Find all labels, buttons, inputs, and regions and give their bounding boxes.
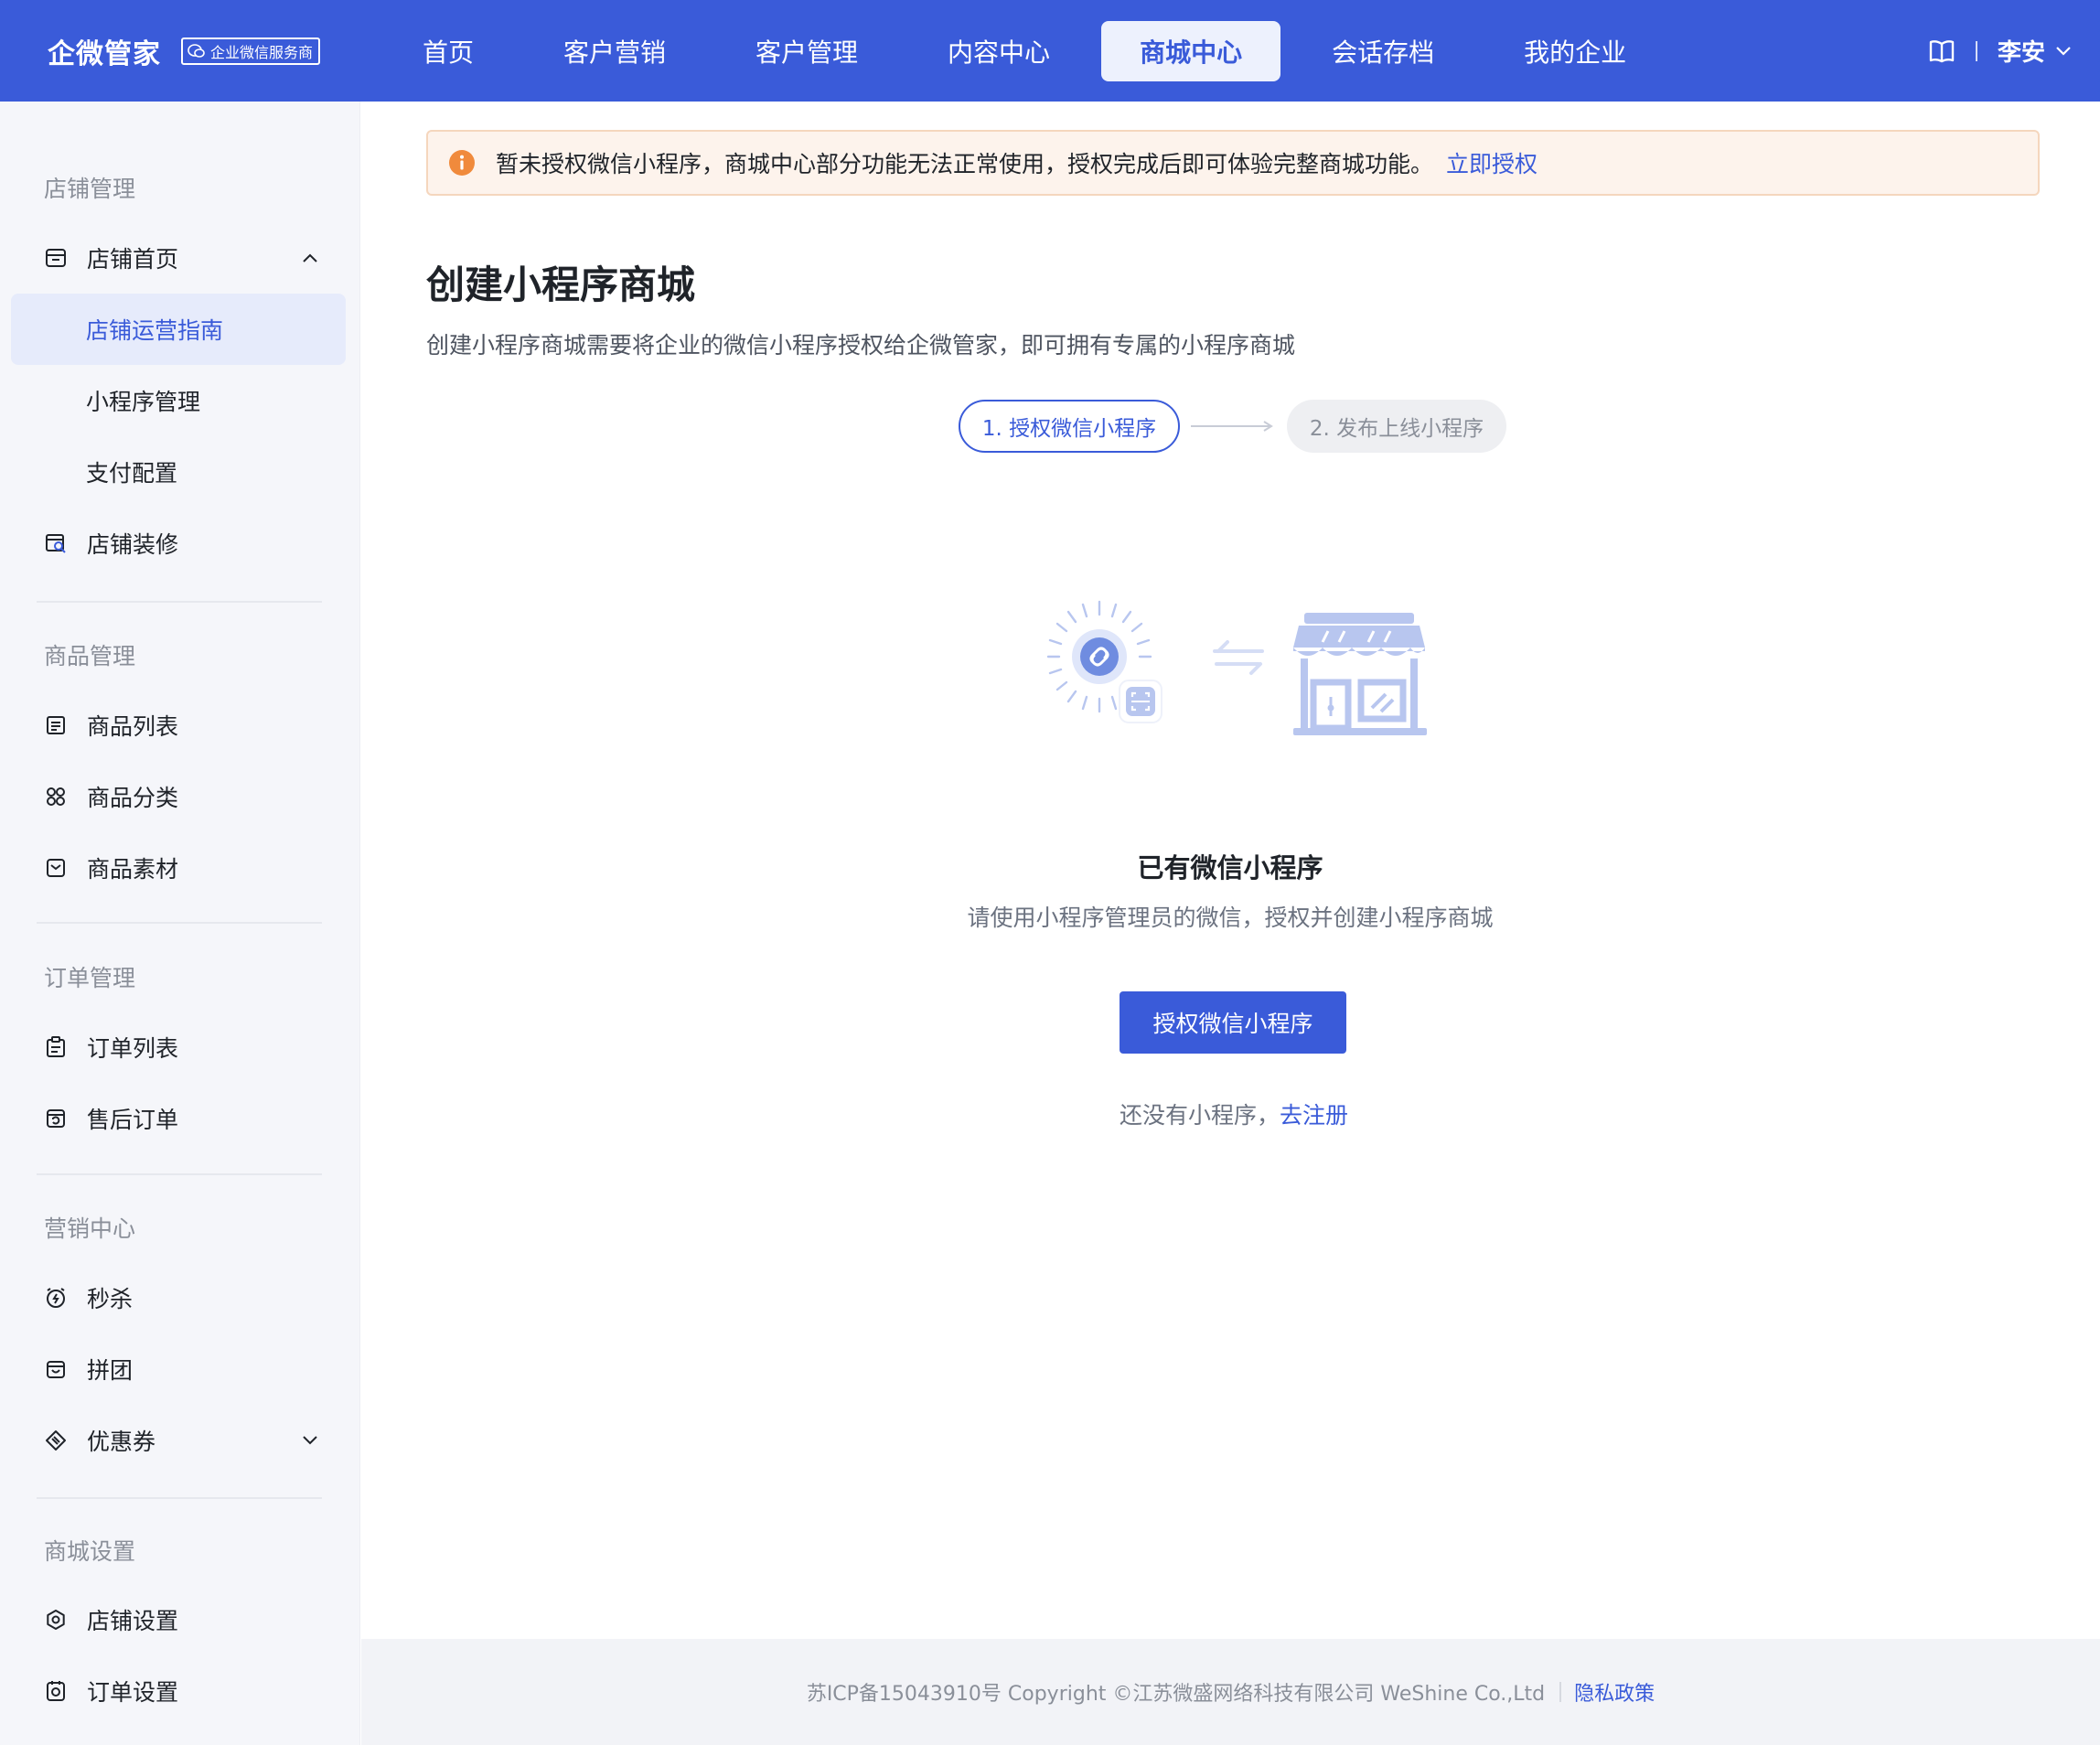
sidebar-item-label: 订单列表 [87, 1035, 179, 1062]
sidebar-item-flash-sale[interactable]: 秒杀 [11, 1262, 346, 1333]
chevron-down-icon[interactable] [2054, 42, 2073, 60]
nav-mall-center[interactable]: 商城中心 [1101, 20, 1281, 81]
sidebar-item-payment-config[interactable]: 支付配置 [11, 436, 346, 508]
divider [1559, 1682, 1562, 1702]
brand[interactable]: 企微管家 企业微信服务商 [48, 0, 321, 102]
list-icon [44, 713, 68, 737]
sidebar-item-label: 订单设置 [87, 1679, 179, 1706]
nav-content-center[interactable]: 内容中心 [909, 21, 1088, 81]
after-sale-icon [44, 1107, 68, 1130]
page-description: 创建小程序商城需要将企业的微信小程序授权给企微管家，即可拥有专属的小程序商城 [426, 332, 1296, 359]
top-navbar: 企微管家 企业微信服务商 首页 客户营销 客户管理 内容中心 商城中心 会话存档… [0, 0, 2100, 102]
group-buy-icon [44, 1357, 68, 1381]
exchange-arrows-icon [1213, 640, 1264, 675]
sidebar-item-label: 售后订单 [87, 1107, 179, 1133]
sidebar-item-label: 优惠券 [87, 1429, 156, 1455]
info-icon [448, 149, 476, 177]
service-provider-badge: 企业微信服务商 [181, 37, 321, 65]
brand-badge-text: 企业微信服务商 [210, 43, 314, 61]
order-list-icon [44, 1035, 68, 1059]
sidebar-item-label: 店铺首页 [87, 246, 179, 273]
wecom-icon [187, 42, 207, 60]
user-name[interactable]: 李安 [1998, 34, 2045, 68]
coupon-icon [44, 1429, 68, 1452]
arrow-right-icon [1191, 421, 1273, 432]
chevron-up-icon[interactable] [300, 248, 320, 268]
register-link[interactable]: 去注册 [1280, 1102, 1348, 1129]
nav-chat-archive[interactable]: 会话存档 [1293, 21, 1473, 81]
page-title: 创建小程序商城 [426, 262, 696, 307]
sidebar-item-label: 秒杀 [87, 1286, 134, 1312]
sidebar-item-miniprogram-manage[interactable]: 小程序管理 [11, 365, 346, 436]
privacy-policy-link[interactable]: 隐私政策 [1574, 1677, 1655, 1707]
sidebar-item-shop-guide[interactable]: 店铺运营指南 [11, 294, 346, 365]
authorize-now-link[interactable]: 立即授权 [1446, 146, 1538, 179]
empty-state-title: 已有微信小程序 [1137, 852, 1323, 883]
divider [37, 1173, 322, 1175]
sidebar-item-shop-settings[interactable]: 店铺设置 [11, 1584, 346, 1655]
top-right-tools: 李安 [1928, 0, 2073, 102]
sidebar-item-label: 小程序管理 [86, 389, 201, 415]
step-publish: 2. 发布上线小程序 [1287, 400, 1506, 453]
alert-message: 暂未授权微信小程序，商城中心部分功能无法正常使用，授权完成后即可体验完整商城功能… [496, 151, 1434, 177]
section-title-shop: 店铺管理 [44, 176, 136, 202]
register-prompt: 还没有小程序，去注册 [1120, 1097, 1348, 1130]
sidebar-item-label: 店铺设置 [87, 1608, 179, 1634]
sidebar-item-shop-home[interactable]: 店铺首页 [11, 222, 346, 294]
main-nav: 首页 客户营销 客户管理 内容中心 商城中心 会话存档 我的企业 [384, 0, 1677, 102]
nav-customer-marketing[interactable]: 客户营销 [525, 21, 704, 81]
order-settings-icon [44, 1679, 68, 1703]
sidebar-item-order-list[interactable]: 订单列表 [11, 1012, 346, 1083]
sidebar-item-label: 商品列表 [87, 713, 179, 740]
footer-copyright: 苏ICP备15043910号 Copyright ©江苏微盛网络科技有限公司 W… [806, 1683, 1546, 1706]
divider [37, 1497, 322, 1499]
divider [1975, 40, 1977, 61]
sidebar-item-shop-decor[interactable]: 店铺装修 [11, 508, 346, 579]
shop-decor-icon [44, 531, 68, 555]
sidebar-item-label: 拼团 [87, 1357, 134, 1384]
divider [37, 601, 322, 603]
sidebar-item-group-buy[interactable]: 拼团 [11, 1333, 346, 1405]
nav-customer-management[interactable]: 客户管理 [717, 21, 896, 81]
register-prefix: 还没有小程序， [1120, 1102, 1280, 1129]
storefront-icon [1293, 613, 1427, 735]
section-title-orders: 订单管理 [44, 965, 136, 991]
nav-my-enterprise[interactable]: 我的企业 [1485, 21, 1665, 81]
sidebar-item-coupon[interactable]: 优惠券 [11, 1405, 346, 1476]
brand-name: 企微管家 [48, 37, 161, 70]
shop-settings-icon [44, 1608, 68, 1632]
section-title-mall-settings: 商城设置 [44, 1538, 136, 1565]
sidebar-item-goods-list[interactable]: 商品列表 [11, 690, 346, 761]
book-icon[interactable] [1928, 37, 1955, 65]
sidebar-item-label: 支付配置 [86, 460, 178, 487]
sidebar-item-label: 商品分类 [87, 785, 179, 811]
category-icon [44, 785, 68, 808]
shop-home-icon [44, 246, 68, 270]
nav-home[interactable]: 首页 [384, 21, 512, 81]
authorization-alert: 暂未授权微信小程序，商城中心部分功能无法正常使用，授权完成后即可体验完整商城功能… [426, 130, 2040, 196]
sidebar-item-label: 店铺装修 [87, 531, 179, 558]
miniprogram-to-shop-illustration [1046, 600, 1427, 735]
sidebar-item-goods-category[interactable]: 商品分类 [11, 761, 346, 832]
sidebar-item-order-settings[interactable]: 订单设置 [11, 1655, 346, 1727]
sidebar-item-label: 店铺运营指南 [86, 317, 224, 344]
authorize-miniprogram-button[interactable]: 授权微信小程序 [1120, 991, 1346, 1054]
section-title-goods: 商品管理 [44, 643, 136, 669]
flash-sale-icon [44, 1286, 68, 1310]
miniprogram-code-icon [1046, 600, 1162, 723]
sidebar-item-after-sale[interactable]: 售后订单 [11, 1083, 346, 1154]
step-authorize: 1. 授权微信小程序 [959, 400, 1180, 453]
empty-state-subtitle: 请使用小程序管理员的微信，授权并创建小程序商城 [967, 905, 1494, 931]
footer: 苏ICP备15043910号 Copyright ©江苏微盛网络科技有限公司 W… [361, 1639, 2100, 1745]
section-title-marketing: 营销中心 [44, 1215, 136, 1242]
chevron-down-icon[interactable] [300, 1430, 320, 1451]
